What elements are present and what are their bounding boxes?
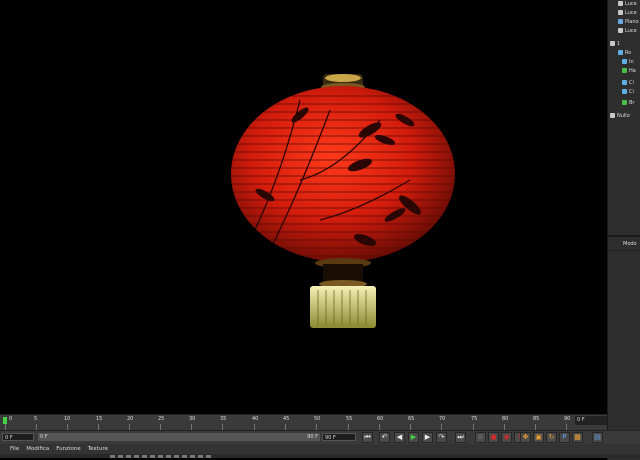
next-frame-button[interactable]: ▶ <box>422 432 433 443</box>
menu-file[interactable]: File <box>10 446 19 452</box>
range-end-label: 90 F <box>307 434 318 440</box>
viewport[interactable] <box>0 0 607 414</box>
prev-key-button[interactable]: ↶ <box>379 432 390 443</box>
menu-modifica[interactable]: Modifica <box>26 446 49 452</box>
tick-label: 70 <box>439 416 446 422</box>
tree-item[interactable]: Piano <box>618 18 639 27</box>
material-swatch-strip <box>0 454 640 458</box>
next-key-button[interactable]: ↷ <box>436 432 447 443</box>
tree-item[interactable]: 1 <box>610 40 620 49</box>
autokey-button[interactable]: ◉ <box>501 432 512 443</box>
record-button[interactable]: ● <box>488 432 499 443</box>
goto-end-button[interactable]: ⏭ <box>455 432 466 443</box>
tree-item[interactable]: Ci <box>622 79 634 88</box>
frame-range-slider[interactable]: 0 F 90 F <box>38 433 320 441</box>
menu-funzione[interactable]: Funzione <box>56 446 80 452</box>
tick-label: 55 <box>346 416 353 422</box>
start-frame-field[interactable]: 0 F <box>2 433 34 441</box>
record-disabled-button[interactable]: ⊘ <box>475 432 486 443</box>
current-frame-display: 0 F <box>575 416 607 425</box>
attribute-manager: Modo <box>607 235 640 460</box>
tree-item[interactable]: Br <box>622 99 635 108</box>
null-group-icon <box>610 41 615 46</box>
tick-label: 75 <box>471 416 478 422</box>
null-group-icon <box>610 113 615 118</box>
tick-label: 45 <box>283 416 290 422</box>
generator-icon <box>622 100 627 105</box>
play-button[interactable]: ▶ <box>408 432 419 443</box>
light-icon <box>618 10 623 15</box>
tick-label: 35 <box>220 416 227 422</box>
tree-item[interactable]: Ci <box>622 88 634 97</box>
lantern-render <box>231 74 455 328</box>
timeline-ruler[interactable]: 0 5 10 15 20 25 30 35 40 45 50 55 60 65 … <box>0 414 607 431</box>
object-icon <box>622 89 627 94</box>
tick-label: 30 <box>189 416 196 422</box>
tick-label: 5 <box>34 416 38 422</box>
divider <box>608 250 640 251</box>
playhead-marker[interactable] <box>3 417 7 424</box>
end-frame-field[interactable]: 90 F <box>322 433 356 441</box>
tick-label: 0 <box>9 416 13 422</box>
tick-label: 15 <box>96 416 103 422</box>
light-icon <box>618 28 623 33</box>
key-param-button[interactable]: P <box>559 432 570 443</box>
tree-item[interactable]: In <box>622 58 634 67</box>
tick-label: 10 <box>64 416 71 422</box>
menu-texture[interactable]: Texture <box>88 446 108 452</box>
light-icon <box>618 1 623 6</box>
object-icon <box>622 80 627 85</box>
material-menu-bar: File Modifica Funzione Texture <box>0 444 640 454</box>
object-manager: Luce Luce Piano Luce 1 Ro In Ha Ci Ci Br… <box>607 0 640 235</box>
tree-item[interactable]: Ro <box>618 49 631 58</box>
tick-label: 50 <box>314 416 321 422</box>
tick-label: 25 <box>158 416 165 422</box>
tree-item[interactable]: Luce <box>618 27 637 36</box>
tick-label: 80 <box>502 416 509 422</box>
tree-item[interactable]: Luce <box>618 9 637 18</box>
object-icon <box>622 59 627 64</box>
tick-label: 65 <box>408 416 415 422</box>
tick-label: 90 <box>564 416 571 422</box>
tree-item[interactable]: Ha <box>622 67 636 76</box>
key-position-button[interactable]: ✥ <box>520 432 531 443</box>
tick-label: 40 <box>252 416 259 422</box>
key-scale-button[interactable]: ▣ <box>533 432 544 443</box>
tick-label: 60 <box>377 416 384 422</box>
key-rotation-button[interactable]: ↻ <box>546 432 557 443</box>
object-icon <box>618 50 623 55</box>
tree-item[interactable]: Nullo <box>610 112 630 121</box>
range-start-label: 0 F <box>40 434 48 440</box>
plane-icon <box>618 19 623 24</box>
timeline-window-button[interactable]: ▤ <box>592 432 603 443</box>
mode-menu[interactable]: Modo <box>623 241 637 247</box>
tick-label: 20 <box>127 416 134 422</box>
generator-icon <box>622 68 627 73</box>
transport-bar: 0 F 0 F 90 F 90 F ⏮ ↶ ◀ ▶ ▶ ↷ ⏭ ⊘ ● ◉ ? … <box>0 430 640 444</box>
tree-item[interactable]: Luce <box>618 0 637 9</box>
key-pla-button[interactable]: ▦ <box>572 432 583 443</box>
prev-frame-button[interactable]: ◀ <box>394 432 405 443</box>
goto-start-button[interactable]: ⏮ <box>362 432 373 443</box>
tick-label: 85 <box>533 416 540 422</box>
